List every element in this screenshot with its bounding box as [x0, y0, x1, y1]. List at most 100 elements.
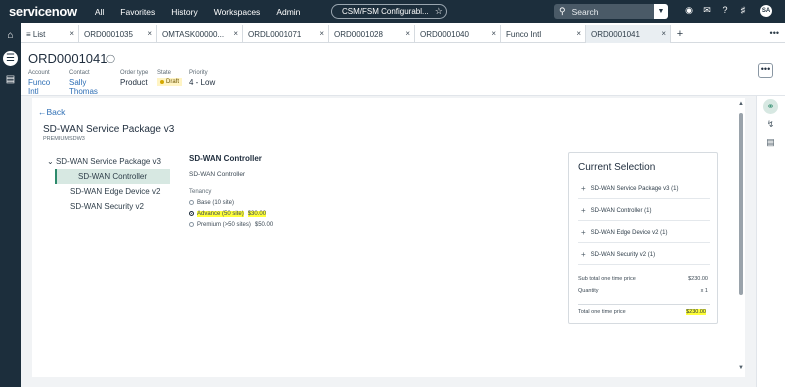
expand-icon[interactable]: + [581, 228, 586, 237]
close-icon[interactable]: × [319, 29, 324, 38]
more-actions-button[interactable]: ••• [758, 63, 773, 78]
nav-workspaces[interactable]: Workspaces [214, 7, 261, 17]
expand-icon[interactable]: + [581, 184, 586, 193]
option-label: Premium (>50 sites) [197, 221, 251, 228]
contact-link[interactable]: Sally Thomas [69, 78, 112, 96]
subtotal-label: Sub total one time price [578, 276, 636, 282]
option-price: $30.00 [247, 210, 267, 217]
tab-ordl0001071[interactable]: ORDL0001071 × [243, 25, 329, 43]
package-code: PREMIUMSDW3 [43, 136, 85, 142]
record-header: ORD0001041 ◯ Account Funco Intl Contact … [21, 43, 785, 96]
tab-label: ≡ List [26, 29, 46, 39]
field-priority: Priority 4 - Low [189, 70, 215, 96]
tenancy-label: Tenancy [189, 189, 212, 195]
global-search[interactable]: ⚲ Search ▼ [554, 4, 668, 19]
app-scope-pill[interactable]: CSM/FSM Configurabl... ☆ [331, 4, 447, 19]
avatar[interactable]: SA [760, 5, 772, 17]
activity-icon[interactable]: ↯ [763, 117, 778, 132]
more-tabs-icon[interactable]: ••• [770, 28, 779, 38]
search-input[interactable]: Search [572, 7, 599, 17]
selection-item[interactable]: + SD-WAN Controller (1) [578, 201, 710, 221]
tab-ord0001041[interactable]: ORD0001041 × [586, 25, 671, 43]
tab-bar: ≡ List × ORD0001035 × OMTASK00000... × ORDL… [21, 25, 785, 43]
tenancy-option-advance[interactable]: Advance (50 site) $30.00 [189, 210, 273, 217]
tab-label: ORDL0001071 [248, 29, 302, 39]
chevron-down-icon[interactable]: ▼ [654, 4, 668, 19]
left-rail: ⌂ ☰ ▤ [0, 23, 21, 387]
radio-button[interactable] [189, 211, 194, 216]
close-icon[interactable]: × [405, 29, 410, 38]
nav-favorites[interactable]: Favorites [120, 7, 155, 17]
inbox-icon[interactable]: ▤ [3, 72, 18, 87]
total-row: Total one time price $230.00 [578, 304, 710, 318]
vertical-scrollbar[interactable]: ▲ ▼ [737, 101, 745, 375]
option-label: Base (10 site) [197, 199, 235, 206]
tenancy-option-premium[interactable]: Premium (>50 sites) $50.00 [189, 221, 273, 228]
record-number: ORD0001041 [28, 51, 108, 66]
tree-item-sd-wan-security[interactable]: SD-WAN Security v2 [47, 199, 185, 214]
bell-icon[interactable]: ♯ [734, 5, 752, 16]
nav-history[interactable]: History [171, 7, 197, 17]
field-label: Contact [69, 70, 90, 76]
selection-item[interactable]: + SD-WAN Service Package v3 (1) [578, 179, 710, 199]
back-label: Back [46, 107, 66, 117]
scroll-down-icon[interactable]: ▼ [737, 365, 745, 371]
chat-icon[interactable]: ✉ [698, 5, 716, 16]
quantity-value: x 1 [700, 288, 708, 294]
servicenow-logo[interactable]: servicenow [9, 4, 77, 19]
help-icon[interactable]: ? [716, 5, 734, 16]
expand-icon[interactable]: + [581, 250, 586, 259]
total-value: $230.00 [686, 308, 706, 315]
tab-ord0001035[interactable]: ORD0001035 × [79, 25, 157, 43]
order-type-value: Product [120, 78, 148, 87]
expand-icon[interactable]: + [581, 206, 586, 215]
close-icon[interactable]: × [147, 29, 152, 38]
nav-all[interactable]: All [95, 7, 104, 17]
current-selection-title: Current Selection [578, 162, 656, 173]
chevron-down-icon[interactable]: ⌄ [47, 157, 54, 166]
add-tab-button[interactable]: + [671, 25, 689, 42]
star-icon[interactable]: ☆ [435, 6, 443, 17]
nav-admin[interactable]: Admin [276, 7, 300, 17]
tag-icon[interactable]: ◯ [106, 54, 115, 63]
list-icon[interactable]: ☰ [3, 51, 18, 66]
subtotal-value: $230.00 [688, 276, 708, 282]
close-icon[interactable]: × [491, 29, 496, 38]
account-link[interactable]: Funco Intl [28, 78, 61, 96]
global-header: servicenow All Favorites History Workspa… [0, 0, 785, 23]
tenancy-option-base[interactable]: Base (10 site) [189, 199, 273, 206]
status-text: Draft [166, 79, 180, 85]
tab-omtask[interactable]: OMTASK00000... × [157, 25, 243, 43]
component-detail: SD-WAN Controller SD-WAN Controller Tena… [189, 154, 273, 228]
home-icon[interactable]: ⌂ [3, 28, 18, 43]
subtotal-row: Sub total one time price $230.00 [578, 276, 708, 282]
field-label: Priority [189, 70, 208, 76]
selection-item[interactable]: + SD-WAN Edge Device v2 (1) [578, 223, 710, 243]
tree-item-sd-wan-controller[interactable]: SD-WAN Controller [55, 169, 170, 184]
tree-root[interactable]: ⌄ SD-WAN Service Package v3 [47, 154, 185, 169]
tab-ord0001028[interactable]: ORD0001028 × [329, 25, 415, 43]
tab-list[interactable]: ≡ List × [21, 25, 79, 43]
close-icon[interactable]: × [661, 29, 666, 38]
current-selection-panel: Current Selection + SD-WAN Service Packag… [568, 152, 718, 324]
contextual-side-panel: ⚭ ↯ ▤ [756, 96, 785, 387]
scrollbar-thumb[interactable] [739, 113, 743, 295]
tab-label: ORD0001035 [84, 29, 133, 39]
globe-icon[interactable]: ◉ [680, 5, 698, 16]
tab-ord0001040[interactable]: ORD0001040 × [415, 25, 501, 43]
radio-button[interactable] [189, 222, 194, 227]
document-icon[interactable]: ▤ [763, 135, 778, 150]
attachment-icon[interactable]: ⚭ [763, 99, 778, 114]
tree-item-sd-wan-edge-device[interactable]: SD-WAN Edge Device v2 [47, 184, 185, 199]
package-tree: ⌄ SD-WAN Service Package v3 SD-WAN Contr… [47, 154, 185, 214]
back-button[interactable]: ←Back [38, 107, 65, 117]
radio-button[interactable] [189, 200, 194, 205]
close-icon[interactable]: × [233, 29, 238, 38]
tab-funco-intl[interactable]: Funco Intl × [501, 25, 586, 43]
close-icon[interactable]: × [576, 29, 581, 38]
close-icon[interactable]: × [69, 29, 74, 38]
selection-item-label: SD-WAN Controller (1) [590, 207, 652, 214]
selection-item[interactable]: + SD-WAN Security v2 (1) [578, 245, 710, 265]
field-label: Order type [120, 70, 149, 76]
scroll-up-icon[interactable]: ▲ [737, 101, 745, 107]
